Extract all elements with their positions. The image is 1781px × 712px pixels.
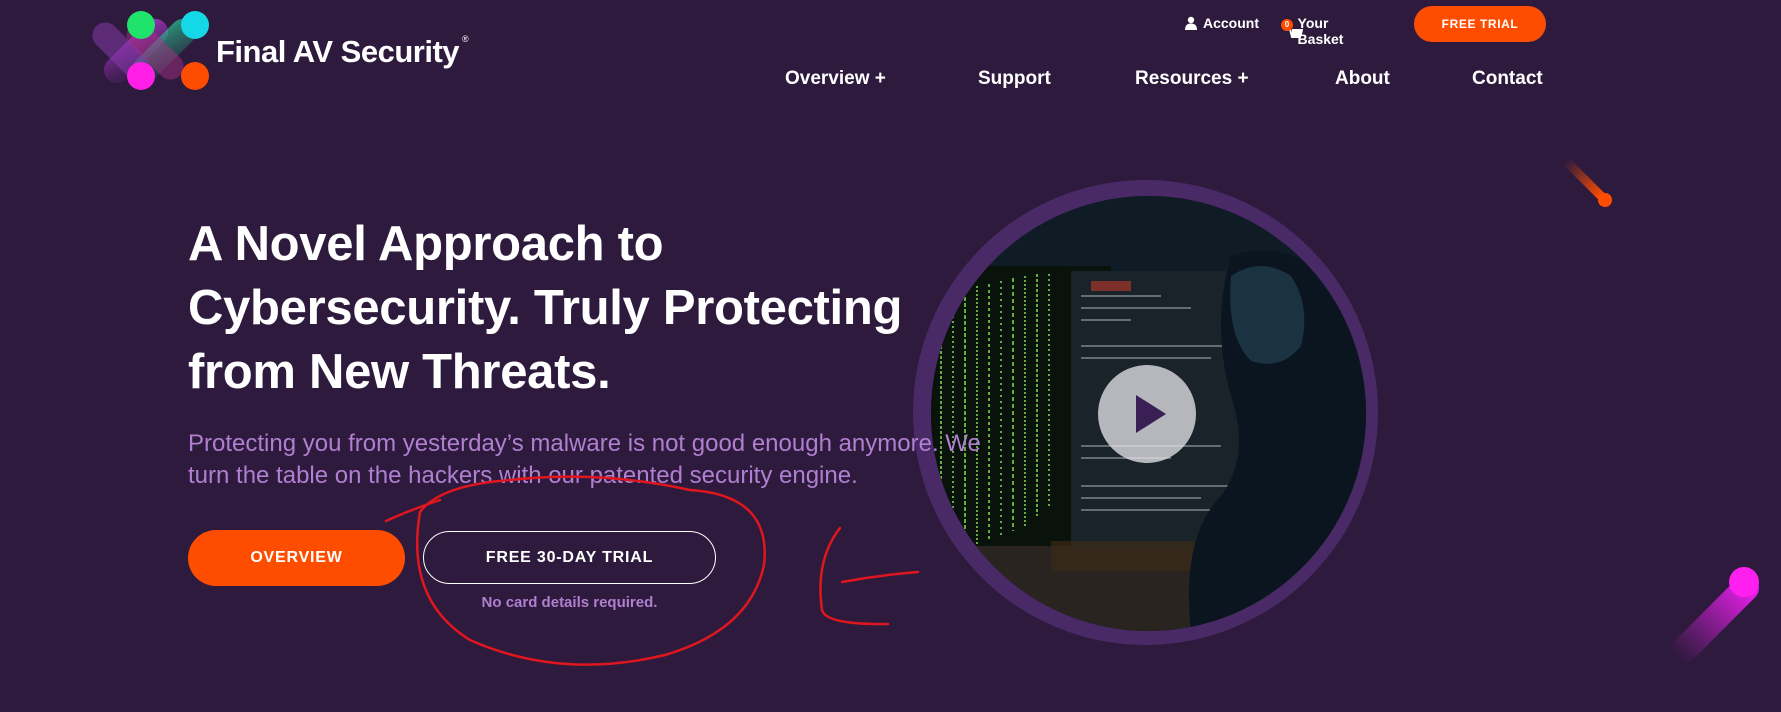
logo-mark-icon bbox=[92, 11, 209, 90]
free-30-day-trial-button[interactable]: FREE 30-DAY TRIAL bbox=[423, 531, 716, 584]
hero-subtitle-line: Protecting you from yesterday’s malware … bbox=[188, 430, 981, 457]
play-icon bbox=[1136, 395, 1166, 433]
basket-label: Your Basket bbox=[1297, 15, 1344, 47]
no-card-note: No card details required. bbox=[481, 594, 658, 611]
play-button[interactable] bbox=[1098, 365, 1196, 463]
free-trial-header-button[interactable]: FREE TRIAL bbox=[1414, 6, 1546, 42]
account-link[interactable]: Account bbox=[1185, 15, 1259, 31]
basket-count-badge: 0 bbox=[1281, 19, 1293, 31]
overview-button[interactable]: OVERVIEW bbox=[188, 530, 405, 586]
user-icon bbox=[1185, 16, 1197, 30]
nav-item-overview[interactable]: Overview + bbox=[785, 68, 886, 90]
hero-title-line: A Novel Approach to bbox=[188, 217, 664, 271]
nav-item-support[interactable]: Support bbox=[978, 68, 1051, 90]
hero-title: A Novel Approach to Cybersecurity. Truly… bbox=[188, 212, 1068, 404]
decorative-streak-orange-icon bbox=[1561, 156, 1612, 207]
nav-item-resources[interactable]: Resources + bbox=[1135, 68, 1249, 90]
hero-title-line: Cybersecurity. Truly Protecting bbox=[188, 281, 903, 335]
hero-subtitle: Protecting you from yesterday’s malware … bbox=[188, 428, 1088, 492]
hero-title-line: from New Threats. bbox=[188, 345, 611, 399]
account-label: Account bbox=[1203, 15, 1259, 31]
basket-link[interactable]: 0 Your Basket bbox=[1281, 15, 1351, 47]
decorative-streak-magenta-icon bbox=[1665, 567, 1759, 669]
hero-subtitle-line: turn the table on the hackers with our p… bbox=[188, 462, 858, 489]
brand-logo[interactable]: Final AV Security ® bbox=[76, 8, 476, 98]
brand-name: Final AV Security ® bbox=[216, 34, 469, 69]
nav-item-about[interactable]: About bbox=[1335, 68, 1390, 90]
nav-item-contact[interactable]: Contact bbox=[1472, 68, 1543, 90]
basket-icon-wrap: 0 bbox=[1281, 19, 1303, 39]
